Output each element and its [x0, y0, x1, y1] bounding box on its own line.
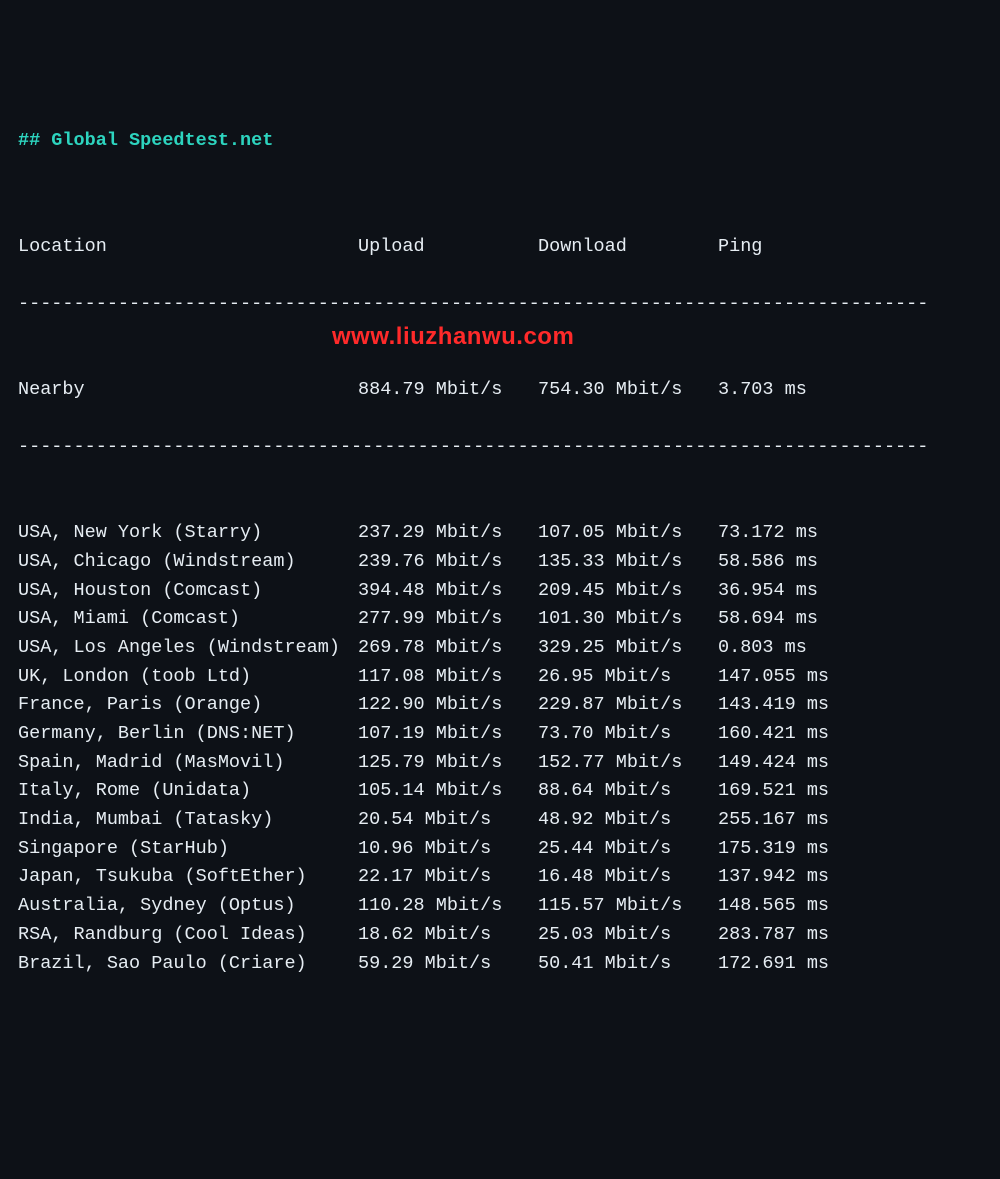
download-cell: 26.95 Mbit/s	[538, 663, 718, 692]
ping-cell: 73.172 ms	[718, 519, 868, 548]
location-cell: USA, Miami (Comcast)	[18, 605, 358, 634]
location-cell: Spain, Madrid (MasMovil)	[18, 749, 358, 778]
upload-cell: 117.08 Mbit/s	[358, 663, 538, 692]
nearby-label: Nearby	[18, 376, 358, 405]
ping-cell: 58.586 ms	[718, 548, 868, 577]
download-cell: 329.25 Mbit/s	[538, 634, 718, 663]
upload-cell: 22.17 Mbit/s	[358, 863, 538, 892]
ping-cell: 58.694 ms	[718, 605, 868, 634]
table-row: Japan, Tsukuba (SoftEther)22.17 Mbit/s16…	[18, 863, 982, 892]
ping-cell: 137.942 ms	[718, 863, 868, 892]
nearby-download: 754.30 Mbit/s	[538, 376, 718, 405]
download-cell: 50.41 Mbit/s	[538, 950, 718, 979]
download-cell: 16.48 Mbit/s	[538, 863, 718, 892]
download-cell: 115.57 Mbit/s	[538, 892, 718, 921]
divider: ----------------------------------------…	[18, 433, 982, 462]
table-row: USA, Miami (Comcast)277.99 Mbit/s101.30 …	[18, 605, 982, 634]
upload-cell: 110.28 Mbit/s	[358, 892, 538, 921]
nearby-upload: 884.79 Mbit/s	[358, 376, 538, 405]
download-cell: 135.33 Mbit/s	[538, 548, 718, 577]
header-download: Download	[538, 233, 718, 262]
ping-cell: 175.319 ms	[718, 835, 868, 864]
table-row: Australia, Sydney (Optus)110.28 Mbit/s11…	[18, 892, 982, 921]
download-cell: 48.92 Mbit/s	[538, 806, 718, 835]
nearby-ping: 3.703 ms	[718, 376, 868, 405]
watermark: www.liuzhanwu.com	[332, 318, 574, 355]
upload-cell: 122.90 Mbit/s	[358, 691, 538, 720]
table-row: India, Mumbai (Tatasky)20.54 Mbit/s48.92…	[18, 806, 982, 835]
location-cell: UK, London (toob Ltd)	[18, 663, 358, 692]
upload-cell: 394.48 Mbit/s	[358, 577, 538, 606]
download-cell: 107.05 Mbit/s	[538, 519, 718, 548]
ping-cell: 169.521 ms	[718, 777, 868, 806]
table-row: Germany, Berlin (DNS:NET)107.19 Mbit/s73…	[18, 720, 982, 749]
ping-cell: 172.691 ms	[718, 950, 868, 979]
upload-cell: 105.14 Mbit/s	[358, 777, 538, 806]
download-cell: 25.03 Mbit/s	[538, 921, 718, 950]
ping-cell: 148.565 ms	[718, 892, 868, 921]
table-row: RSA, Randburg (Cool Ideas)18.62 Mbit/s25…	[18, 921, 982, 950]
table-header: Location Upload Download Ping	[18, 233, 982, 262]
ping-cell: 283.787 ms	[718, 921, 868, 950]
ping-cell: 149.424 ms	[718, 749, 868, 778]
download-cell: 209.45 Mbit/s	[538, 577, 718, 606]
location-cell: Brazil, Sao Paulo (Criare)	[18, 950, 358, 979]
ping-cell: 147.055 ms	[718, 663, 868, 692]
location-cell: Singapore (StarHub)	[18, 835, 358, 864]
upload-cell: 277.99 Mbit/s	[358, 605, 538, 634]
upload-cell: 239.76 Mbit/s	[358, 548, 538, 577]
table-row: France, Paris (Orange)122.90 Mbit/s229.8…	[18, 691, 982, 720]
upload-cell: 20.54 Mbit/s	[358, 806, 538, 835]
upload-cell: 107.19 Mbit/s	[358, 720, 538, 749]
location-cell: France, Paris (Orange)	[18, 691, 358, 720]
ping-cell: 143.419 ms	[718, 691, 868, 720]
table-row: USA, Los Angeles (Windstream)269.78 Mbit…	[18, 634, 982, 663]
results-table: USA, New York (Starry)237.29 Mbit/s107.0…	[18, 519, 982, 978]
table-row: Italy, Rome (Unidata)105.14 Mbit/s88.64 …	[18, 777, 982, 806]
location-cell: Germany, Berlin (DNS:NET)	[18, 720, 358, 749]
download-cell: 73.70 Mbit/s	[538, 720, 718, 749]
location-cell: Italy, Rome (Unidata)	[18, 777, 358, 806]
table-row: USA, Chicago (Windstream)239.76 Mbit/s13…	[18, 548, 982, 577]
download-cell: 88.64 Mbit/s	[538, 777, 718, 806]
table-row: Singapore (StarHub)10.96 Mbit/s25.44 Mbi…	[18, 835, 982, 864]
table-row: USA, New York (Starry)237.29 Mbit/s107.0…	[18, 519, 982, 548]
table-row: USA, Houston (Comcast)394.48 Mbit/s209.4…	[18, 577, 982, 606]
location-cell: India, Mumbai (Tatasky)	[18, 806, 358, 835]
table-row: Brazil, Sao Paulo (Criare)59.29 Mbit/s50…	[18, 950, 982, 979]
upload-cell: 237.29 Mbit/s	[358, 519, 538, 548]
ping-cell: 0.803 ms	[718, 634, 868, 663]
location-cell: Japan, Tsukuba (SoftEther)	[18, 863, 358, 892]
download-cell: 152.77 Mbit/s	[538, 749, 718, 778]
ping-cell: 255.167 ms	[718, 806, 868, 835]
header-location: Location	[18, 233, 358, 262]
location-cell: USA, Chicago (Windstream)	[18, 548, 358, 577]
location-cell: USA, Houston (Comcast)	[18, 577, 358, 606]
table-row: UK, London (toob Ltd)117.08 Mbit/s26.95 …	[18, 663, 982, 692]
download-cell: 101.30 Mbit/s	[538, 605, 718, 634]
header-upload: Upload	[358, 233, 538, 262]
upload-cell: 59.29 Mbit/s	[358, 950, 538, 979]
nearby-row: Nearby 884.79 Mbit/s 754.30 Mbit/s 3.703…	[18, 376, 982, 405]
location-cell: USA, New York (Starry)	[18, 519, 358, 548]
download-cell: 25.44 Mbit/s	[538, 835, 718, 864]
location-cell: RSA, Randburg (Cool Ideas)	[18, 921, 358, 950]
table-row: Spain, Madrid (MasMovil)125.79 Mbit/s152…	[18, 749, 982, 778]
upload-cell: 18.62 Mbit/s	[358, 921, 538, 950]
upload-cell: 10.96 Mbit/s	[358, 835, 538, 864]
location-cell: USA, Los Angeles (Windstream)	[18, 634, 358, 663]
upload-cell: 125.79 Mbit/s	[358, 749, 538, 778]
header-ping: Ping	[718, 233, 868, 262]
download-cell: 229.87 Mbit/s	[538, 691, 718, 720]
ping-cell: 36.954 ms	[718, 577, 868, 606]
upload-cell: 269.78 Mbit/s	[358, 634, 538, 663]
ping-cell: 160.421 ms	[718, 720, 868, 749]
section-title: ## Global Speedtest.net	[18, 127, 982, 156]
location-cell: Australia, Sydney (Optus)	[18, 892, 358, 921]
divider: ----------------------------------------…	[18, 290, 982, 319]
